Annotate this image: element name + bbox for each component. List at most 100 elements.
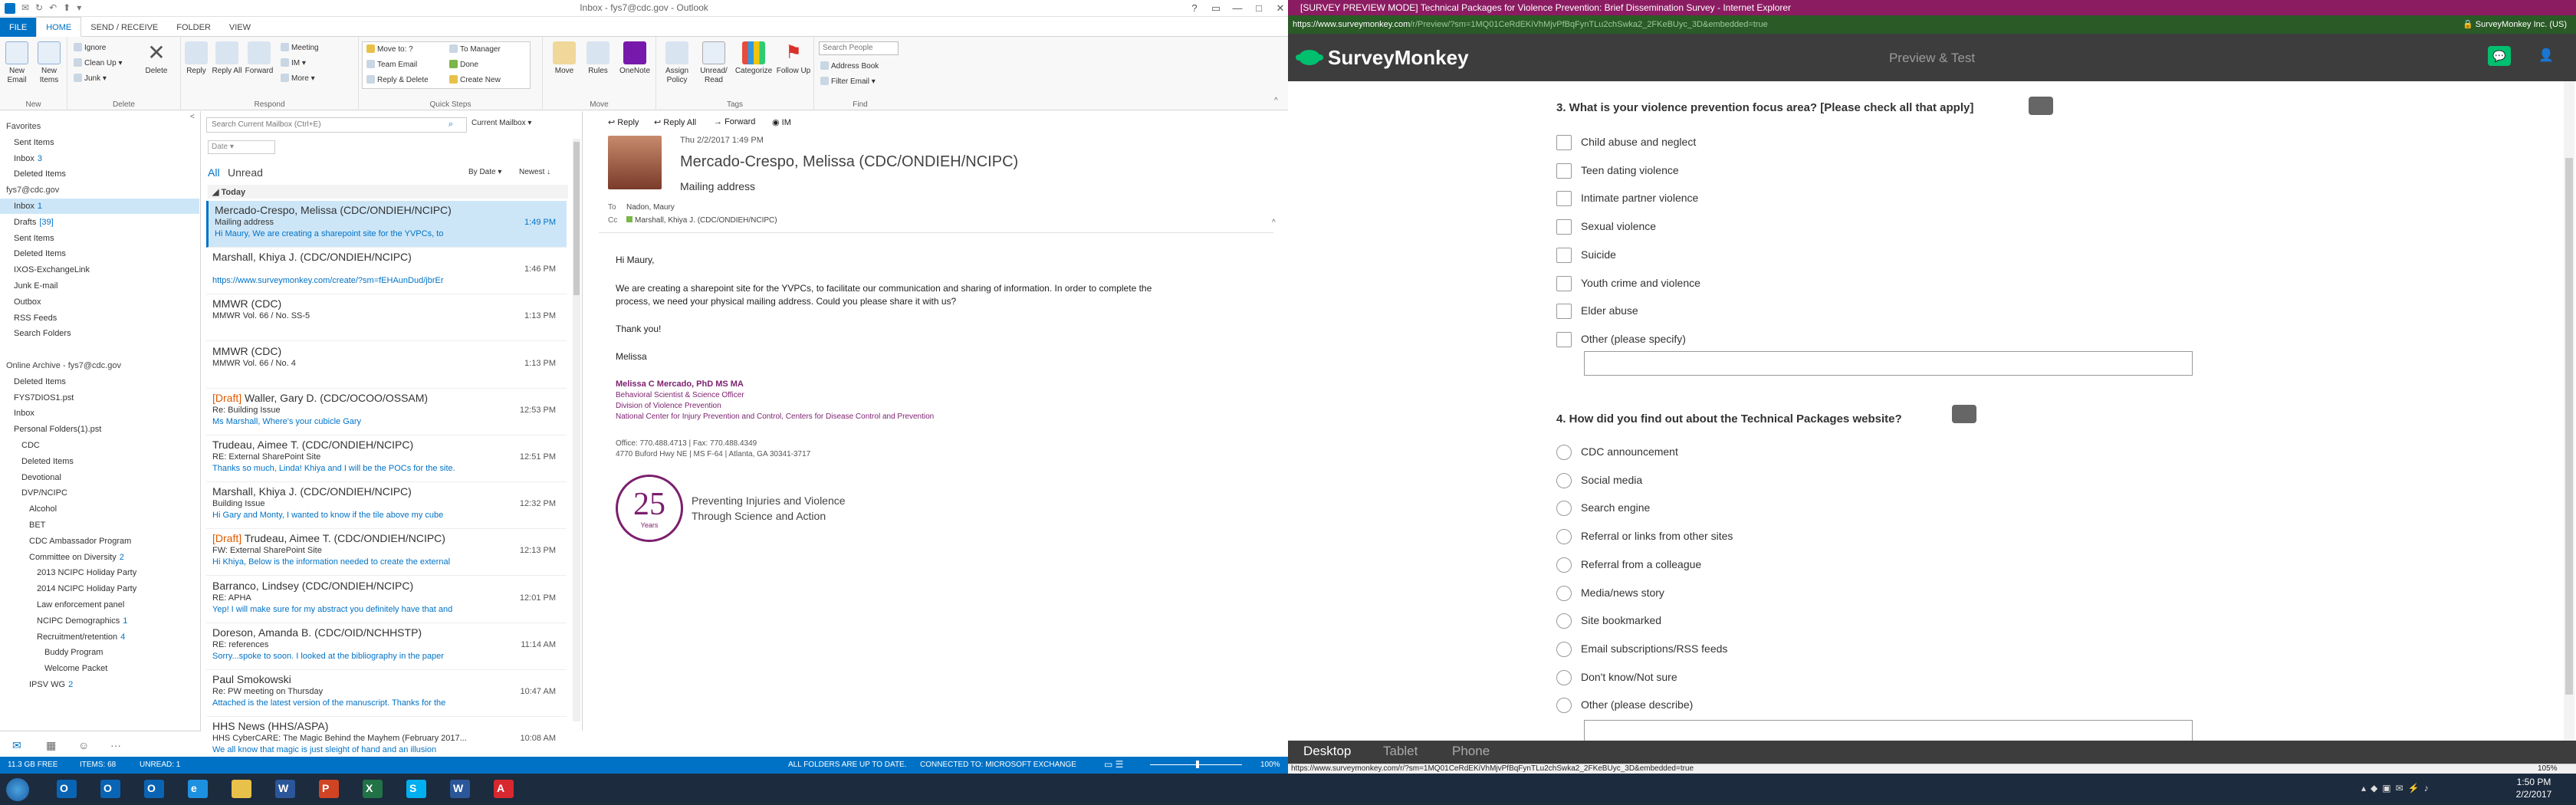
radio-button[interactable]	[1556, 529, 1572, 545]
folder-item[interactable]: Inbox 1	[0, 199, 199, 214]
survey-scrollbar[interactable]	[2564, 81, 2574, 741]
folder-item[interactable]: FYS7DIOS1.pst	[0, 390, 199, 406]
outlook-app-3[interactable]: O	[135, 776, 173, 803]
rules-button[interactable]: Rules	[583, 41, 613, 76]
new-items-button[interactable]: New Items	[34, 41, 64, 85]
question-3-comment-icon[interactable]	[2029, 97, 2053, 115]
message-item[interactable]: [Draft] Waller, Gary D. (CDC/OCOO/OSSAM)…	[206, 389, 567, 435]
cc-recipient[interactable]: Marshall, Khiya J. (CDC/ONDIEH/NCIPC)	[626, 216, 777, 225]
im-action[interactable]: ◉ IM	[772, 117, 791, 127]
file-explorer-app[interactable]	[222, 776, 261, 803]
start-button-icon[interactable]	[6, 778, 29, 801]
filter-unread[interactable]: Unread	[228, 166, 263, 179]
internet-explorer-app[interactable]: e	[179, 776, 217, 803]
acrobat-app[interactable]: A	[485, 776, 523, 803]
onenote-button[interactable]: OneNote	[616, 41, 653, 76]
folder-item[interactable]: Welcome Packet	[0, 661, 199, 676]
calendar-nav-icon[interactable]: ▦	[46, 739, 56, 752]
folder-item[interactable]: BET	[0, 518, 199, 533]
survey-scrollbar-thumb[interactable]	[2565, 158, 2573, 695]
search-mailbox-input[interactable]: Search Current Mailbox (Ctrl+E)	[206, 117, 467, 133]
folder-item[interactable]: Buddy Program	[0, 645, 199, 660]
radio-button[interactable]	[1556, 472, 1572, 488]
reply-button[interactable]: Reply	[181, 41, 212, 76]
folder-item[interactable]: Inbox 3	[0, 151, 199, 166]
search-scope-dropdown[interactable]: Current Mailbox ▾	[472, 119, 531, 127]
user-icon[interactable]: 👤	[2536, 46, 2556, 66]
more-respond-button[interactable]: More ▾	[281, 74, 315, 83]
group-header-today[interactable]: ◢ Today	[208, 185, 568, 199]
qs-move-to[interactable]: Move to: ?	[366, 44, 413, 54]
powerpoint-app[interactable]: P	[310, 776, 348, 803]
word-app-2[interactable]: W	[441, 776, 479, 803]
meeting-button[interactable]: Meeting	[281, 43, 319, 52]
checkbox[interactable]	[1556, 304, 1572, 320]
device-tab-phone[interactable]: Phone	[1452, 744, 1490, 759]
message-item[interactable]: Marshall, Khiya J. (CDC/ONDIEH/NCIPC) Bui…	[206, 482, 567, 530]
filter-email-button[interactable]: Filter Email ▾	[820, 77, 876, 86]
checkbox[interactable]	[1556, 135, 1572, 150]
junk-button[interactable]: Junk ▾	[74, 74, 107, 83]
message-list-scrollbar[interactable]	[573, 139, 580, 721]
clean-up-button[interactable]: Clean Up ▾	[74, 58, 123, 67]
outlook-app-2[interactable]: O	[91, 776, 130, 803]
message-item[interactable]: Barranco, Lindsey (CDC/ONDIEH/NCIPC) RE: …	[206, 577, 567, 623]
ie-zoom-level[interactable]: 105%	[2538, 764, 2558, 773]
device-tab-desktop[interactable]: Desktop	[1303, 744, 1351, 759]
folder-item[interactable]: IPSV WG 2	[0, 677, 199, 692]
checkbox[interactable]	[1556, 331, 1572, 347]
security-identity[interactable]: 🔒 SurveyMonkey Inc. (US)	[2463, 15, 2567, 34]
folder-item[interactable]: Outbox	[0, 294, 199, 310]
word-app-1[interactable]: W	[266, 776, 304, 803]
radio-button[interactable]	[1556, 557, 1572, 573]
new-email-button[interactable]: New Email	[2, 41, 32, 85]
skype-app[interactable]: S	[397, 776, 435, 803]
qs-done[interactable]: Done	[449, 60, 478, 69]
radio-button[interactable]	[1556, 641, 1572, 657]
message-item[interactable]: MMWR (CDC) MMWR Vol. 66 / No. 4 1:13 PM	[206, 342, 567, 389]
delete-button[interactable]: ✕ Delete	[141, 41, 172, 76]
address-book-button[interactable]: Address Book	[820, 61, 879, 71]
message-item[interactable]: Mercado-Crespo, Melissa (CDC/ONDIEH/NCIP…	[206, 201, 567, 248]
checkbox[interactable]	[1556, 275, 1572, 291]
date-filter-input[interactable]: Date ▾	[208, 140, 275, 154]
qs-team-email[interactable]: Team Email	[366, 60, 417, 69]
im-button[interactable]: IM ▾	[281, 58, 306, 67]
folder-item[interactable]: 2014 NCIPC Holiday Party	[0, 581, 199, 596]
folder-item[interactable]: Alcohol	[0, 501, 199, 517]
follow-up-button[interactable]: ⚑ Follow Up	[776, 41, 811, 76]
radio-button[interactable]	[1556, 501, 1572, 517]
tab-home[interactable]: HOME	[36, 17, 82, 37]
reply-action[interactable]: ↩ Reply	[608, 117, 639, 127]
folder-group-header[interactable]: Online Archive - fys7@cdc.gov	[0, 358, 199, 373]
sort-by-dropdown[interactable]: By Date ▾	[468, 168, 501, 176]
radio-button[interactable]	[1556, 669, 1572, 685]
outlook-app-1[interactable]: O	[48, 776, 86, 803]
collapse-header-icon[interactable]: ^	[1272, 219, 1276, 227]
assign-policy-button[interactable]: Assign Policy	[659, 41, 695, 85]
radio-button[interactable]	[1556, 698, 1572, 714]
folder-item[interactable]: DVP/NCIPC	[0, 485, 199, 501]
checkbox[interactable]	[1556, 247, 1572, 263]
radio-button[interactable]	[1556, 445, 1572, 460]
url-text[interactable]: https://www.surveymonkey.com/r/Preview/?…	[1293, 15, 1768, 34]
folder-group-header[interactable]: fys7@cdc.gov	[0, 182, 199, 198]
message-item[interactable]: Trudeau, Aimee T. (CDC/ONDIEH/NCIPC) RE: …	[206, 435, 567, 482]
view-icons[interactable]: ▭ ☰	[1104, 759, 1123, 770]
folder-item[interactable]: Personal Folders(1).pst	[0, 422, 199, 437]
ie-address-bar[interactable]: https://www.surveymonkey.com/r/Preview/?…	[1288, 15, 2576, 34]
excel-app[interactable]: X	[353, 776, 392, 803]
scrollbar-thumb[interactable]	[573, 142, 580, 295]
checkbox[interactable]	[1556, 163, 1572, 179]
collapse-ribbon-icon[interactable]: ^	[1274, 97, 1278, 105]
folder-item[interactable]: Search Folders	[0, 326, 199, 341]
device-tab-tablet[interactable]: Tablet	[1383, 744, 1418, 759]
checkbox[interactable]	[1556, 219, 1572, 235]
clock-time[interactable]: 1:50 PM	[2507, 777, 2561, 787]
search-people-input[interactable]: Search People	[819, 41, 899, 55]
folder-item[interactable]: Recruitment/retention 4	[0, 629, 199, 645]
folder-item[interactable]: Sent Items	[0, 135, 199, 150]
folder-item[interactable]: Inbox	[0, 406, 199, 421]
system-tray-icons[interactable]: ▴◆▣✉⚡♪	[2361, 783, 2433, 794]
folder-item[interactable]: CDC	[0, 438, 199, 453]
